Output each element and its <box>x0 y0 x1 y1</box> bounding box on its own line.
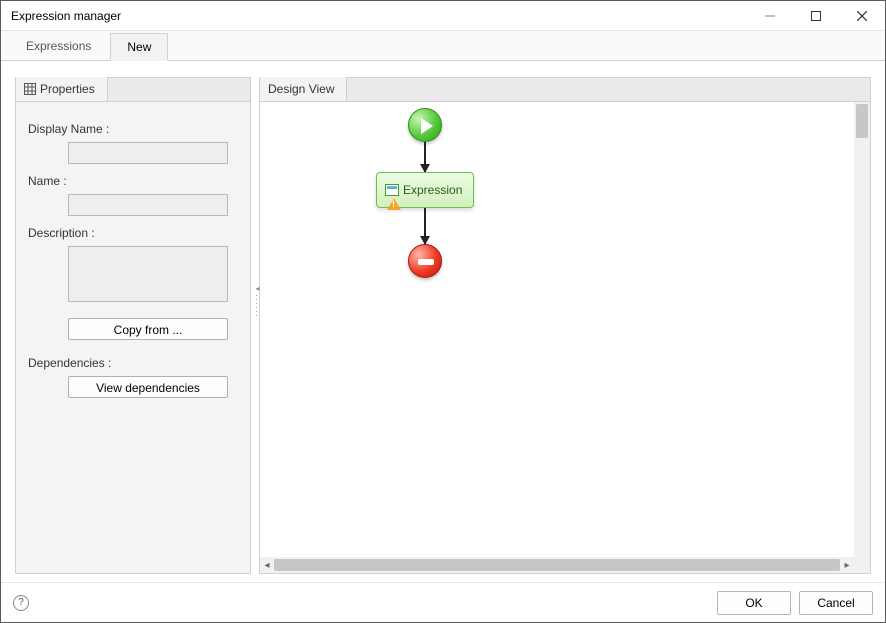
tab-label: Expressions <box>26 39 91 53</box>
design-view-tab-label: Design View <box>268 82 334 96</box>
tab-label: New <box>127 40 151 54</box>
copy-from-button[interactable]: Copy from ... <box>68 318 228 340</box>
view-dependencies-button[interactable]: View dependencies <box>68 376 228 398</box>
properties-panel-tabs: Properties <box>16 78 250 102</box>
scrollbar-corner <box>854 557 870 573</box>
window-controls <box>747 1 885 30</box>
horizontal-scrollbar[interactable]: ◂ ▸ <box>260 557 854 573</box>
flow-diagram: Expression <box>340 108 510 278</box>
window-icon <box>385 184 399 196</box>
display-name-label: Display Name : <box>28 122 238 136</box>
expression-node[interactable]: Expression <box>376 172 474 208</box>
design-view-tab[interactable]: Design View <box>260 77 347 101</box>
expression-node-label: Expression <box>403 183 462 197</box>
help-icon: ? <box>18 597 24 608</box>
canvas-wrap: Expression ◂ <box>260 102 870 573</box>
design-canvas[interactable]: Expression <box>260 102 854 557</box>
titlebar: Expression manager <box>1 1 885 31</box>
grid-icon <box>24 83 36 95</box>
expression-manager-window: Expression manager Expressions New <box>0 0 886 623</box>
vertical-scrollbar[interactable] <box>854 102 870 557</box>
properties-tab[interactable]: Properties <box>16 77 108 101</box>
description-label: Description : <box>28 226 238 240</box>
dialog-footer: ? OK Cancel <box>1 582 885 622</box>
display-name-input[interactable] <box>68 142 228 164</box>
tab-new[interactable]: New <box>110 33 168 61</box>
cancel-button[interactable]: Cancel <box>799 591 873 615</box>
properties-body: Display Name : Name : Description : Copy… <box>16 102 250 573</box>
name-input[interactable] <box>68 194 228 216</box>
design-view-panel: ◂ ······ Design View <box>259 77 871 574</box>
maximize-button[interactable] <box>793 1 839 30</box>
horizontal-scroll-thumb[interactable] <box>274 559 840 571</box>
vertical-scroll-thumb[interactable] <box>856 104 868 138</box>
ok-button[interactable]: OK <box>717 591 791 615</box>
minimize-icon <box>765 11 775 21</box>
design-body: Expression ◂ <box>260 102 870 573</box>
help-button[interactable]: ? <box>13 595 29 611</box>
close-icon <box>857 11 867 21</box>
scroll-right-icon[interactable]: ▸ <box>840 557 854 573</box>
minimize-button[interactable] <box>747 1 793 30</box>
tab-expressions[interactable]: Expressions <box>9 32 108 60</box>
scroll-left-icon[interactable]: ◂ <box>260 557 274 573</box>
flow-arrow <box>424 208 426 244</box>
maximize-icon <box>811 11 821 21</box>
properties-tab-label: Properties <box>40 82 95 96</box>
dependencies-label: Dependencies : <box>28 356 238 370</box>
top-tabs: Expressions New <box>1 31 885 61</box>
close-button[interactable] <box>839 1 885 30</box>
properties-panel: Properties Display Name : Name : Descrip… <box>15 77 251 574</box>
end-node[interactable] <box>408 244 442 278</box>
warning-icon <box>387 198 401 210</box>
design-panel-tabs: Design View <box>260 78 870 102</box>
name-label: Name : <box>28 174 238 188</box>
content-area: Properties Display Name : Name : Descrip… <box>1 61 885 582</box>
description-input[interactable] <box>68 246 228 302</box>
chevron-left-icon: ◂ <box>255 286 258 292</box>
flow-arrow <box>424 142 426 172</box>
window-title: Expression manager <box>11 9 747 23</box>
start-node[interactable] <box>408 108 442 142</box>
